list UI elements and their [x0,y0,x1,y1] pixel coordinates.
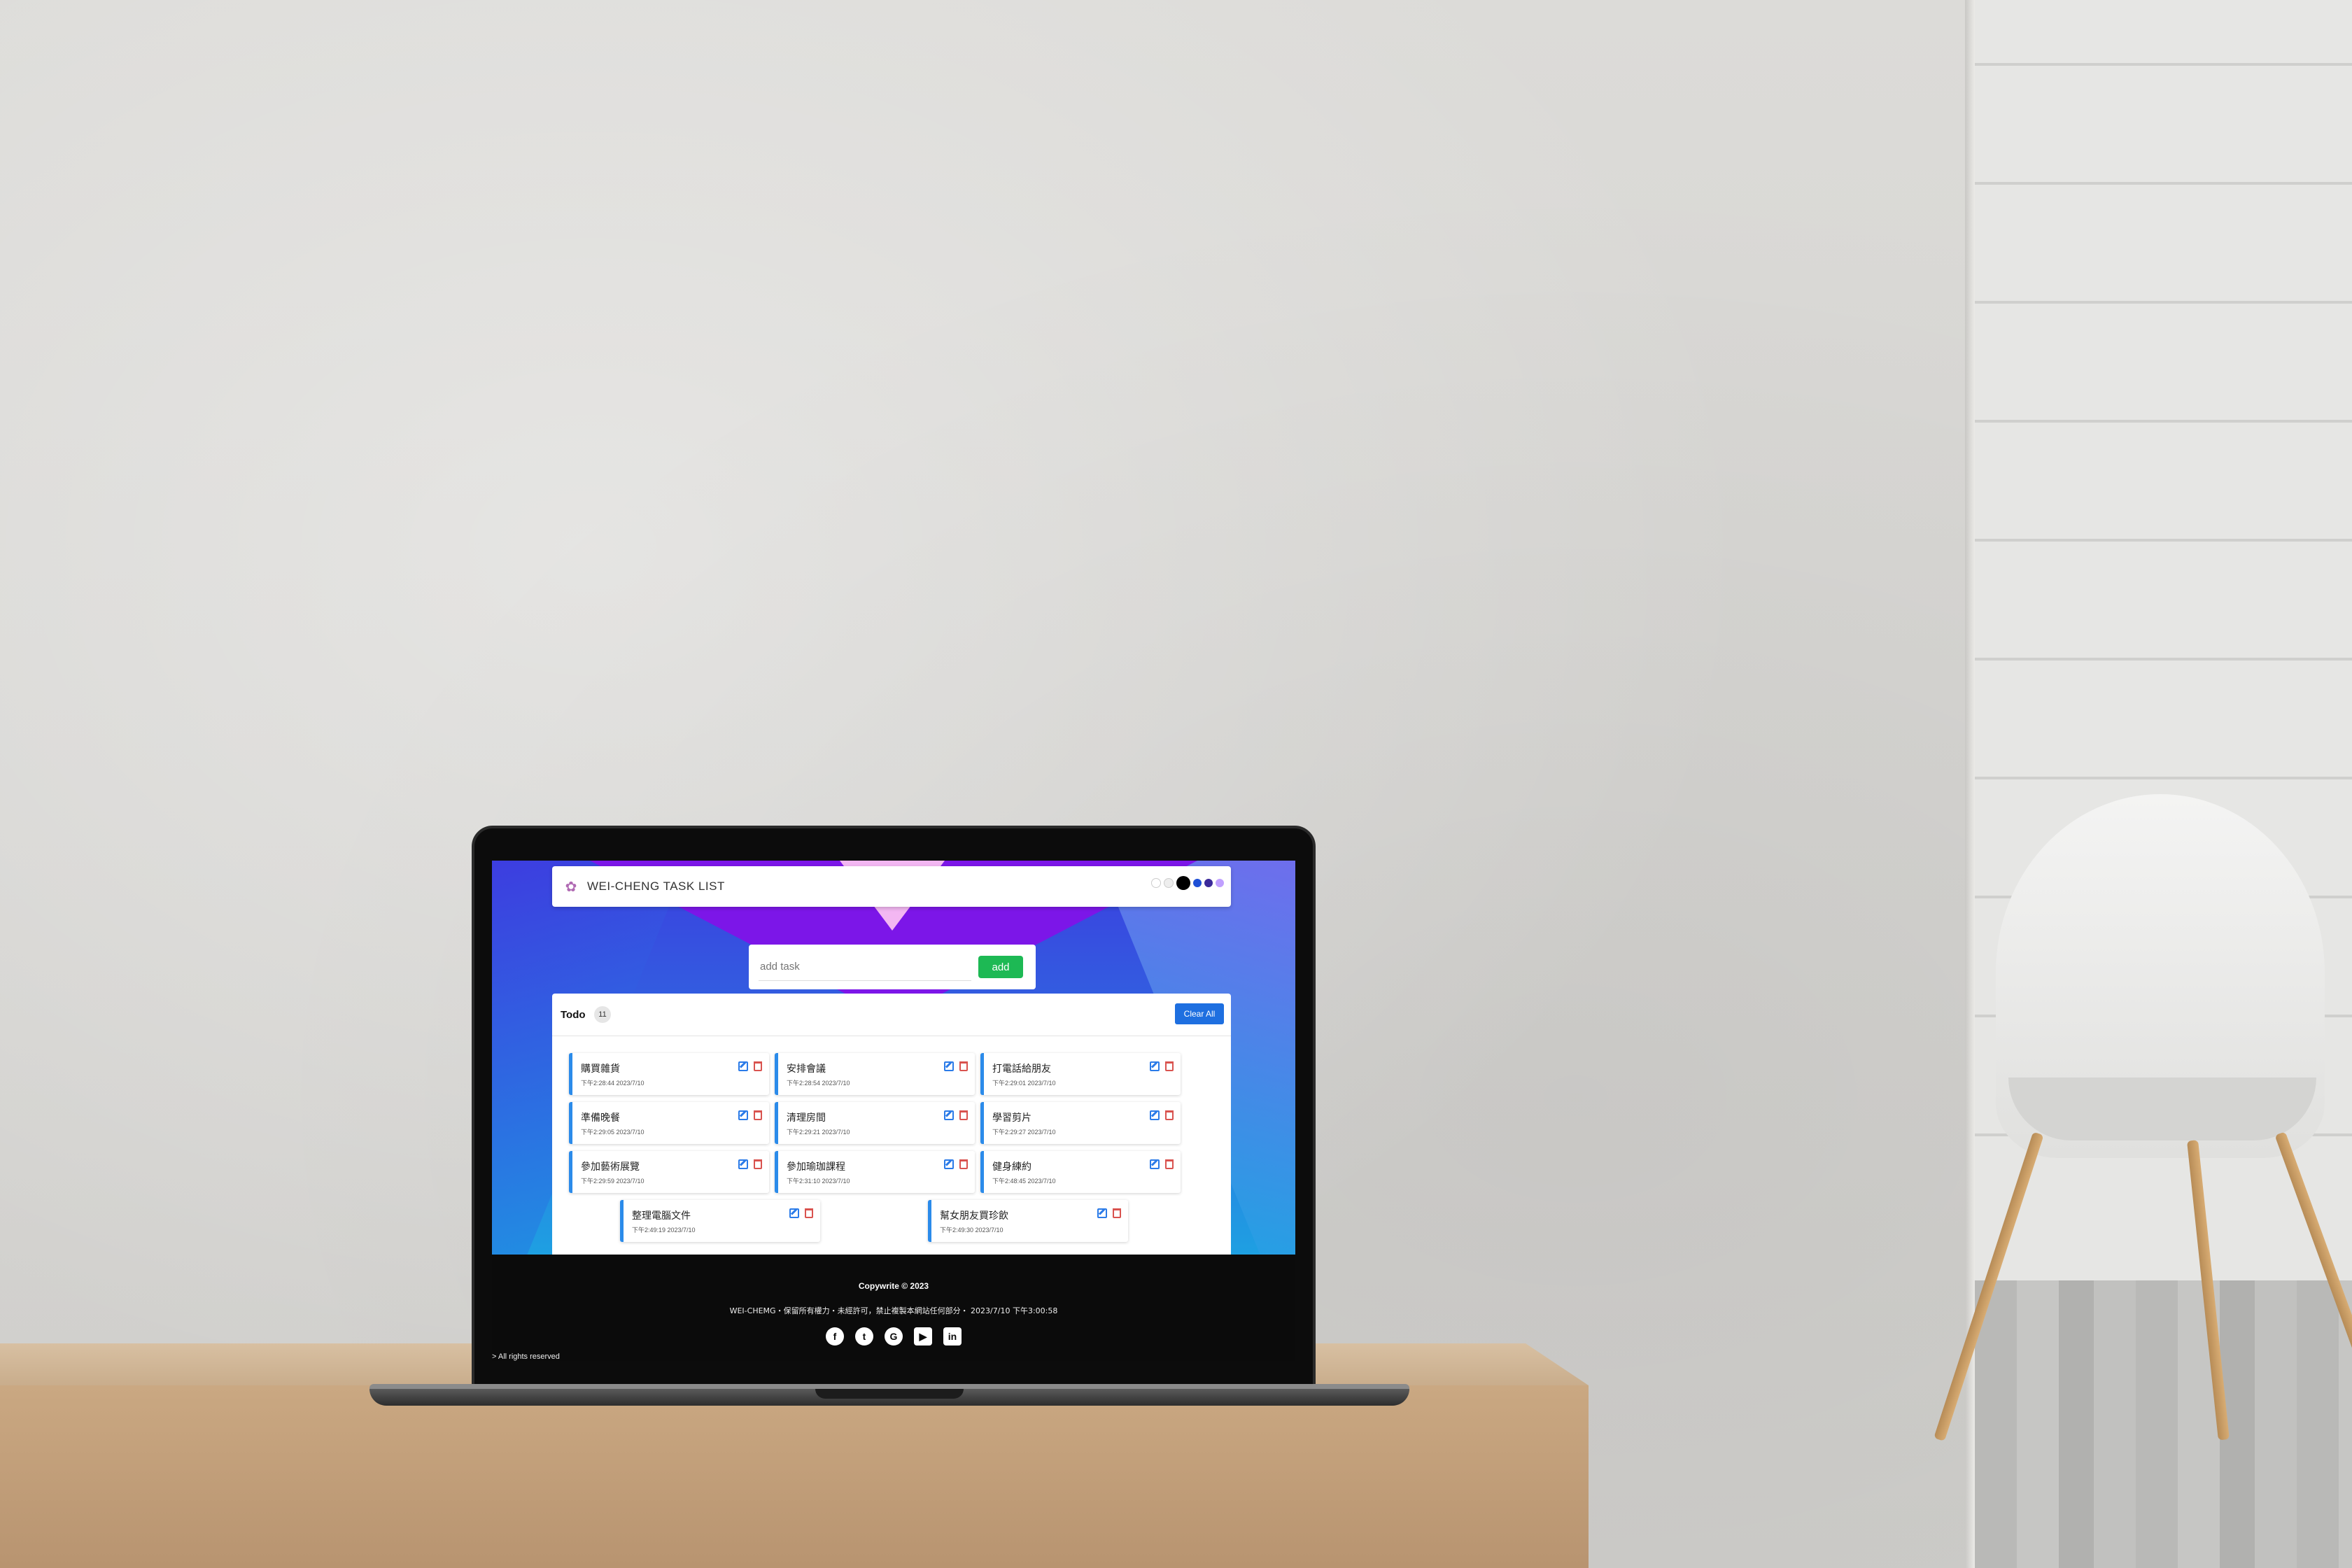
todo-title: Todo [561,1009,586,1021]
task-timestamp: 下午2:31:10 2023/7/10 [787,1178,850,1185]
theme-switcher [1151,876,1224,890]
theme-swatch-black[interactable] [1176,876,1190,890]
logo-icon[interactable]: ✿ [562,877,580,896]
trash-icon[interactable] [959,1110,968,1120]
task-card[interactable]: 參加瑜珈課程下午2:31:10 2023/7/10 [775,1151,975,1193]
chair-shadow [2008,1078,2316,1140]
laptop-notch [815,1389,964,1399]
task-card[interactable]: 幫女朋友買珍飲下午2:49:30 2023/7/10 [928,1200,1128,1242]
trash-icon[interactable] [1113,1208,1121,1218]
task-card[interactable]: 準備晚餐下午2:29:05 2023/7/10 [569,1102,769,1144]
footer-all-rights: > All rights reserved [492,1352,560,1361]
edit-icon[interactable] [789,1208,799,1218]
task-card[interactable]: 清理房間下午2:29:21 2023/7/10 [775,1102,975,1144]
edit-icon[interactable] [1150,1061,1160,1071]
trash-icon[interactable] [959,1159,968,1169]
task-timestamp: 下午2:49:30 2023/7/10 [940,1227,1004,1234]
trash-icon[interactable] [1165,1061,1174,1071]
table-front [0,1385,1589,1568]
trash-icon[interactable] [805,1208,813,1218]
task-card[interactable]: 打電話給朋友下午2:29:01 2023/7/10 [980,1053,1181,1095]
trash-icon[interactable] [754,1159,762,1169]
linkedin-icon[interactable]: in [943,1327,962,1345]
footer: Copywrite © 2023 WEI-CHEMG・保留所有權力・未經許可，禁… [492,1255,1295,1361]
social-links: f t G ▶ in [492,1327,1295,1345]
todo-panel: Todo 11 Clear All 購買雜貨下午2:28:44 2023/7/1… [552,994,1231,1266]
task-timestamp: 下午2:29:59 2023/7/10 [581,1178,645,1185]
task-name: 學習剪片 [992,1113,1031,1124]
task-card[interactable]: 整理電腦文件下午2:49:19 2023/7/10 [620,1200,820,1242]
task-name: 參加瑜珈課程 [787,1161,845,1173]
edit-icon[interactable] [1150,1110,1160,1120]
wall-plank-line [1975,658,2352,661]
wall-plank-line [1975,539,2352,542]
edit-icon[interactable] [738,1061,748,1071]
theme-swatch-blue[interactable] [1193,879,1202,887]
task-name: 清理房間 [787,1113,826,1124]
trash-icon[interactable] [1165,1159,1174,1169]
trash-icon[interactable] [754,1110,762,1120]
theme-swatch-light[interactable] [1164,878,1174,888]
theme-swatch-purple[interactable] [1204,879,1213,887]
add-task-form: add [749,945,1036,989]
todo-header: Todo 11 Clear All [552,994,1231,1036]
facebook-icon[interactable]: f [826,1327,844,1345]
edit-icon[interactable] [738,1110,748,1120]
wall-plank-line [1975,182,2352,185]
edit-icon[interactable] [738,1159,748,1169]
youtube-icon[interactable]: ▶ [914,1327,932,1345]
google-icon[interactable]: G [885,1327,903,1345]
add-task-input[interactable] [759,953,971,981]
task-timestamp: 下午2:48:45 2023/7/10 [992,1178,1056,1185]
edit-icon[interactable] [1150,1159,1160,1169]
task-card[interactable]: 安排會議下午2:28:54 2023/7/10 [775,1053,975,1095]
task-card[interactable]: 學習剪片下午2:29:27 2023/7/10 [980,1102,1181,1144]
floor [1975,1280,2352,1568]
task-timestamp: 下午2:29:05 2023/7/10 [581,1129,645,1136]
add-task-button[interactable]: add [978,956,1023,978]
theme-swatch-white[interactable] [1151,878,1161,888]
task-card[interactable]: 參加藝術展覽下午2:29:59 2023/7/10 [569,1151,769,1193]
task-name: 準備晚餐 [581,1113,620,1124]
task-name: 參加藝術展覽 [581,1161,640,1173]
todo-count-badge: 11 [594,1006,611,1023]
edit-icon[interactable] [944,1061,954,1071]
brand-title[interactable]: WEI-CHENG TASK LIST [587,880,725,894]
navbar: ✿ WEI-CHENG TASK LIST [552,866,1231,907]
trash-icon[interactable] [754,1061,762,1071]
edit-icon[interactable] [944,1159,954,1169]
trash-icon[interactable] [959,1061,968,1071]
task-name: 幫女朋友買珍飲 [940,1210,1008,1222]
task-card[interactable]: 購買雜貨下午2:28:44 2023/7/10 [569,1053,769,1095]
trash-icon[interactable] [1165,1110,1174,1120]
footer-rights-line: WEI-CHEMG・保留所有權力・未經許可，禁止複製本網站任何部分・ 2023/… [729,1306,1058,1315]
theme-swatch-lavender[interactable] [1216,879,1224,887]
task-card[interactable]: 健身練約下午2:48:45 2023/7/10 [980,1151,1181,1193]
wall-plank-line [1975,777,2352,779]
clear-all-button[interactable]: Clear All [1175,1003,1224,1024]
task-name: 整理電腦文件 [632,1210,691,1222]
task-name: 安排會議 [787,1064,826,1075]
wall-plank-line [1975,301,2352,304]
task-name: 健身練約 [992,1161,1031,1173]
task-timestamp: 下午2:29:21 2023/7/10 [787,1129,850,1136]
task-timestamp: 下午2:28:44 2023/7/10 [581,1080,645,1087]
laptop-screen: ✿ WEI-CHENG TASK LIST add Todo 11 [492,861,1295,1361]
task-name: 打電話給朋友 [992,1064,1051,1075]
edit-icon[interactable] [944,1110,954,1120]
task-name: 購買雜貨 [581,1064,620,1075]
footer-copyright: Copywrite © 2023 [858,1281,929,1291]
wall-plank-line [1975,63,2352,66]
edit-icon[interactable] [1097,1208,1107,1218]
twitter-icon[interactable]: t [855,1327,873,1345]
task-timestamp: 下午2:29:01 2023/7/10 [992,1080,1056,1087]
task-timestamp: 下午2:49:19 2023/7/10 [632,1227,696,1234]
task-timestamp: 下午2:28:54 2023/7/10 [787,1080,850,1087]
wall-plank-line [1975,420,2352,423]
task-timestamp: 下午2:29:27 2023/7/10 [992,1129,1056,1136]
mockup-scene: ✿ WEI-CHENG TASK LIST add Todo 11 [0,0,2352,1568]
